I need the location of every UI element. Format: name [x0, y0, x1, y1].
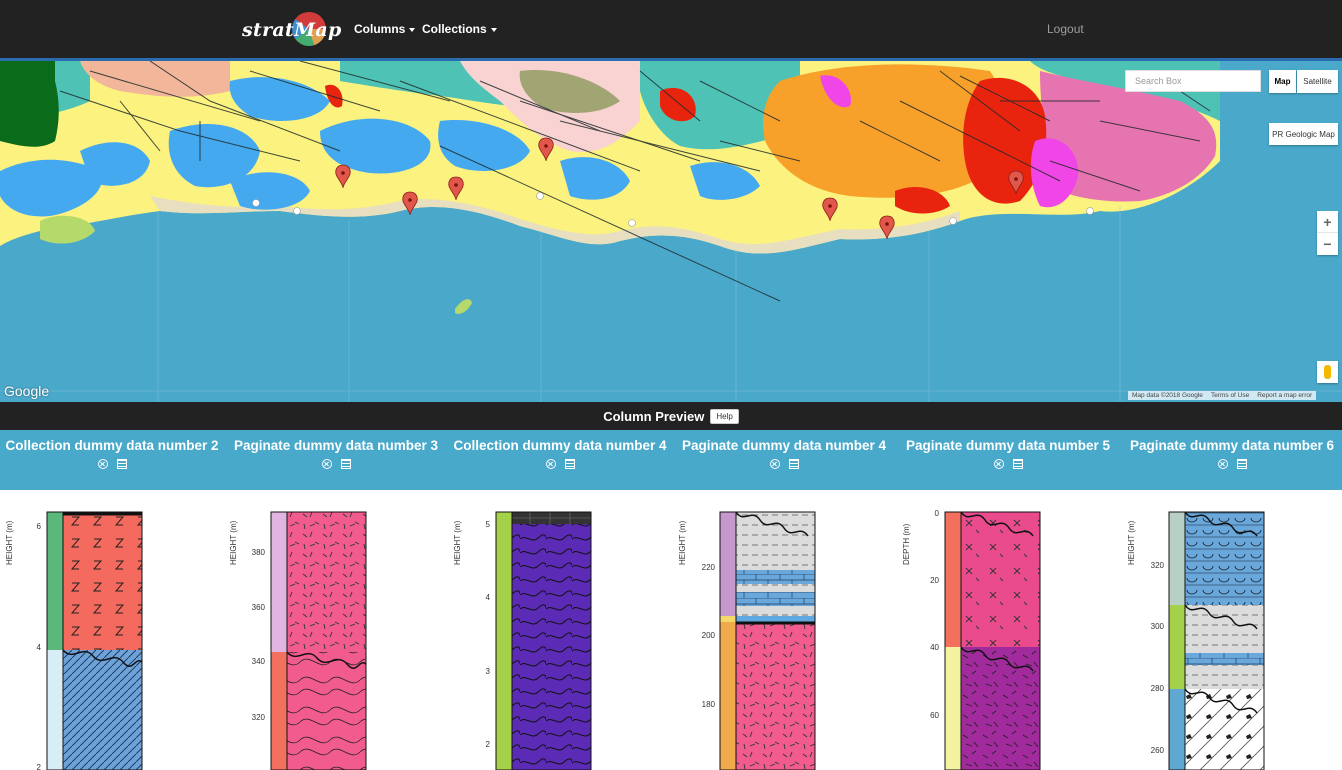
list-icon[interactable]: [1012, 459, 1023, 469]
svg-text:4: 4: [486, 593, 491, 602]
strat-column-6: HEIGHT (m) 320 300 280 260: [1127, 511, 1265, 770]
svg-text:HEIGHT (m): HEIGHT (m): [453, 520, 462, 565]
svg-text:220: 220: [702, 563, 716, 572]
logout-link[interactable]: Logout: [1047, 22, 1084, 36]
column-header: Paginate dummy data number 5: [896, 438, 1120, 469]
caret-down-icon: [490, 27, 497, 32]
svg-text:60: 60: [930, 711, 939, 720]
caret-down-icon: [409, 27, 416, 32]
column-headers: Collection dummy data number 2 Paginate …: [0, 430, 1342, 490]
zoom-out-button[interactable]: −: [1317, 233, 1338, 255]
axis-label: HEIGHT (m): [5, 520, 14, 565]
google-logo[interactable]: Google: [4, 383, 49, 399]
svg-text:HEIGHT (m): HEIGHT (m): [229, 520, 238, 565]
map-canvas: [0, 61, 1342, 402]
zoom-control: + −: [1317, 211, 1338, 255]
svg-text:20: 20: [930, 576, 939, 585]
svg-text:180: 180: [702, 700, 716, 709]
columns-menu-label: Columns: [354, 22, 406, 36]
top-navbar: stratMap Columns Collections Logout: [0, 0, 1342, 61]
svg-text:HEIGHT (m): HEIGHT (m): [678, 520, 687, 565]
column-header: Paginate dummy data number 4: [672, 438, 896, 469]
svg-text:40: 40: [930, 643, 939, 652]
svg-text:DEPTH (m): DEPTH (m): [902, 523, 911, 565]
svg-text:3: 3: [486, 667, 491, 676]
column-title[interactable]: Collection dummy data number 4: [448, 438, 672, 453]
svg-text:5: 5: [486, 520, 491, 529]
column-title[interactable]: Paginate dummy data number 6: [1120, 438, 1342, 453]
svg-text:2: 2: [486, 740, 491, 749]
remove-circle-icon[interactable]: [545, 459, 556, 469]
column-preview-bar: Column Preview Help: [0, 402, 1342, 430]
geologic-layer-button[interactable]: PR Geologic Map: [1269, 123, 1338, 145]
help-button[interactable]: Help: [710, 408, 739, 424]
svg-text:2: 2: [37, 763, 42, 770]
columns-menu[interactable]: Columns: [354, 22, 416, 36]
map-attribution: Map data ©2018 Google Terms of Use Repor…: [1128, 391, 1317, 400]
column-header: Paginate dummy data number 3: [224, 438, 448, 469]
svg-text:280: 280: [1151, 684, 1165, 693]
strat-column-1: HEIGHT (m) 6 4 2: [5, 511, 143, 770]
column-header: Collection dummy data number 4: [448, 438, 672, 469]
svg-text:260: 260: [1151, 746, 1165, 755]
column-title[interactable]: Collection dummy data number 2: [0, 438, 224, 453]
column-title[interactable]: Paginate dummy data number 4: [672, 438, 896, 453]
map-search-input[interactable]: Search Box: [1125, 70, 1261, 92]
collections-menu-label: Collections: [422, 22, 487, 36]
svg-text:4: 4: [37, 643, 42, 652]
strat-columns-area: HEIGHT (m) 6 4 2 HEIGHT (m) 380 360 340 …: [0, 490, 1342, 770]
strat-columns-canvas: HEIGHT (m) 6 4 2 HEIGHT (m) 380 360 340 …: [5, 509, 1265, 770]
svg-text:HEIGHT (m): HEIGHT (m): [1127, 520, 1136, 565]
strat-column-3: HEIGHT (m) 5 4 3 2: [453, 511, 592, 770]
svg-text:360: 360: [252, 603, 266, 612]
map-type-map-button[interactable]: Map: [1269, 70, 1296, 93]
svg-text:0: 0: [935, 509, 940, 518]
street-view-pegman-icon[interactable]: [1317, 361, 1338, 383]
svg-text:6: 6: [37, 522, 42, 531]
strat-column-5: DEPTH (m) 0 20 40 60: [902, 509, 1041, 770]
report-map-error-link[interactable]: Report a map error: [1253, 391, 1317, 400]
svg-text:340: 340: [252, 657, 266, 666]
column-header: Paginate dummy data number 6: [1120, 438, 1342, 469]
list-icon[interactable]: [788, 459, 799, 469]
svg-text:380: 380: [252, 548, 266, 557]
column-title[interactable]: Paginate dummy data number 5: [896, 438, 1120, 453]
svg-text:320: 320: [1151, 561, 1165, 570]
column-header: Collection dummy data number 2: [0, 438, 224, 469]
collections-menu[interactable]: Collections: [422, 22, 497, 36]
geologic-map[interactable]: Search Box Map Satellite PR Geologic Map…: [0, 61, 1342, 402]
terms-of-use-link[interactable]: Terms of Use: [1206, 391, 1254, 400]
list-icon[interactable]: [116, 459, 127, 469]
remove-circle-icon[interactable]: [1217, 459, 1228, 469]
zoom-in-button[interactable]: +: [1317, 211, 1338, 233]
map-data-credit: Map data ©2018 Google: [1128, 391, 1207, 400]
column-title[interactable]: Paginate dummy data number 3: [224, 438, 448, 453]
remove-circle-icon[interactable]: [97, 459, 108, 469]
list-icon[interactable]: [1236, 459, 1247, 469]
strat-column-2: HEIGHT (m) 380 360 340 320: [229, 511, 367, 770]
svg-text:300: 300: [1151, 622, 1165, 631]
svg-text:200: 200: [702, 631, 716, 640]
list-icon[interactable]: [340, 459, 351, 469]
column-preview-title: Column Preview: [603, 408, 705, 424]
list-icon[interactable]: [564, 459, 575, 469]
brand-name: stratMap: [242, 19, 342, 41]
strat-column-4: HEIGHT (m) 220 200 180: [678, 511, 816, 770]
map-type-satellite-button[interactable]: Satellite: [1297, 70, 1338, 93]
brand-logo[interactable]: stratMap: [242, 12, 342, 48]
remove-circle-icon[interactable]: [321, 459, 332, 469]
remove-circle-icon[interactable]: [769, 459, 780, 469]
remove-circle-icon[interactable]: [993, 459, 1004, 469]
svg-text:320: 320: [252, 713, 266, 722]
